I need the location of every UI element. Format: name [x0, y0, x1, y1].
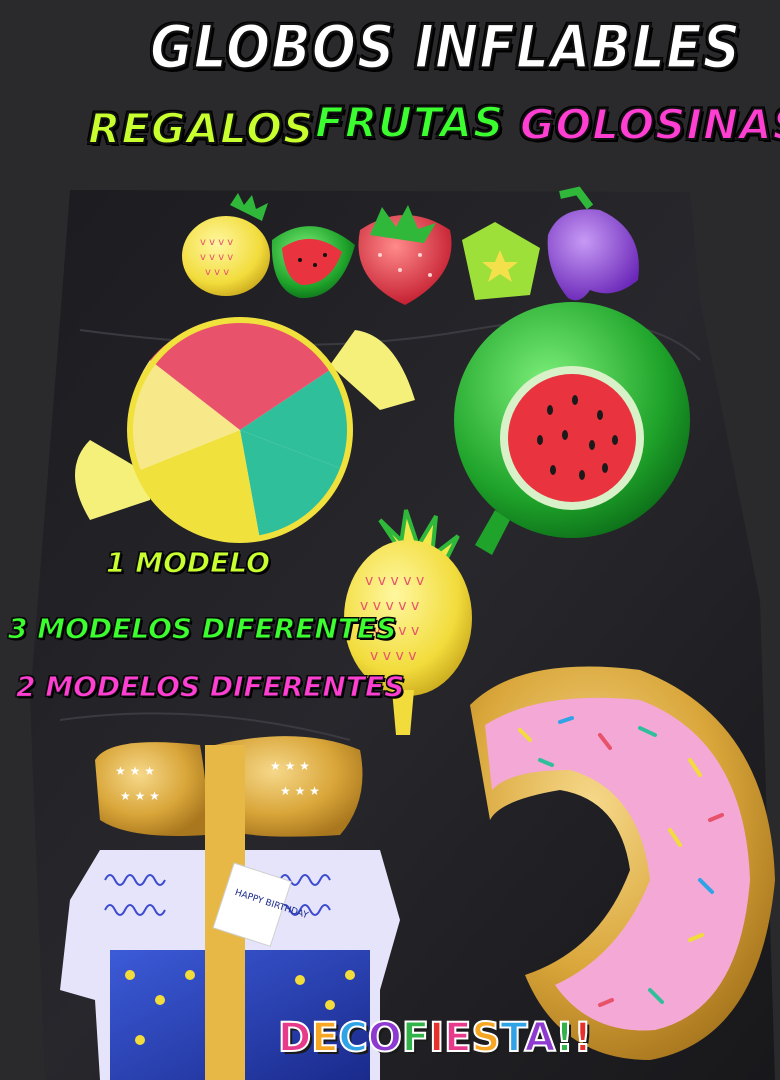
svg-text:★ ★ ★: ★ ★ ★ — [115, 764, 155, 778]
category-frutas: FRUTAS — [314, 97, 505, 148]
svg-text:v v v: v v v — [205, 267, 229, 278]
tag-one-model: 1 MODELO — [106, 546, 271, 580]
svg-text:v v v v v: v v v v v — [365, 573, 424, 589]
headline-title: GLOBOS INFLABLES — [149, 12, 742, 83]
category-regalos: REGALOS — [87, 103, 315, 154]
svg-text:★ ★ ★: ★ ★ ★ — [120, 789, 160, 803]
tag-three-models: 3 MODELOS DIFERENTES — [7, 612, 397, 646]
tag-two-models: 2 MODELOS DIFERENTES — [15, 670, 405, 704]
svg-text:v v v v: v v v v — [200, 237, 233, 248]
balloon-photo: v v v v v v v v v v v v v v v v v v v v v … — [30, 186, 775, 1080]
svg-text:v v v v: v v v v — [370, 648, 417, 664]
svg-text:★ ★ ★: ★ ★ ★ — [270, 759, 310, 773]
svg-text:★ ★ ★: ★ ★ ★ — [280, 784, 320, 798]
svg-text:v v v v: v v v v — [200, 252, 233, 263]
category-golosinas: GOLOSINAS — [519, 99, 780, 150]
brand-logo: DECOFIESTA!! — [277, 1014, 593, 1062]
